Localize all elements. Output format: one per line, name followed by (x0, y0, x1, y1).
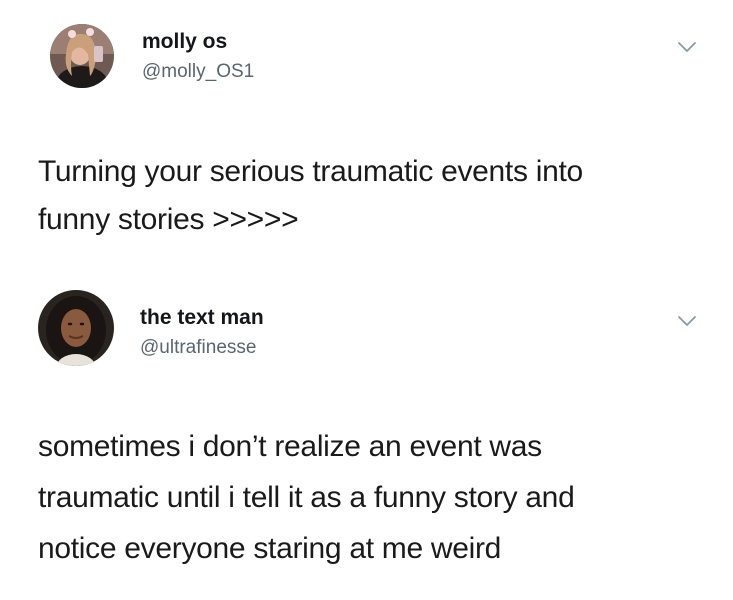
chevron-down-icon[interactable] (677, 40, 697, 54)
chevron-down-icon[interactable] (677, 314, 697, 328)
tweet-card[interactable]: the text man @ultrafinesse sometimes i d… (0, 280, 733, 600)
tweet-text-line: Turning your serious traumatic events in… (38, 155, 583, 188)
tweet-text: sometimes i don’t realize an event was t… (38, 421, 718, 574)
profile-photo-icon (38, 290, 114, 366)
tweet-card[interactable]: molly os @molly_OS1 Turning your serious… (0, 0, 733, 280)
tweet-text-line: sometimes i don’t realize an event was (38, 430, 542, 463)
user-handle[interactable]: @ultrafinesse (140, 337, 256, 359)
user-avatar[interactable] (38, 290, 114, 366)
tweet-text-line: funny stories >>>>> (38, 203, 299, 236)
tweet-text-line: traumatic until i tell it as a funny sto… (38, 481, 575, 514)
profile-photo-icon (50, 24, 114, 88)
user-handle[interactable]: @molly_OS1 (142, 61, 254, 83)
user-avatar[interactable] (50, 24, 114, 88)
display-name[interactable]: molly os (142, 30, 227, 54)
display-name[interactable]: the text man (140, 306, 264, 330)
tweet-text-line: notice everyone staring at me weird (38, 532, 502, 565)
tweet-text: Turning your serious traumatic events in… (38, 148, 718, 244)
